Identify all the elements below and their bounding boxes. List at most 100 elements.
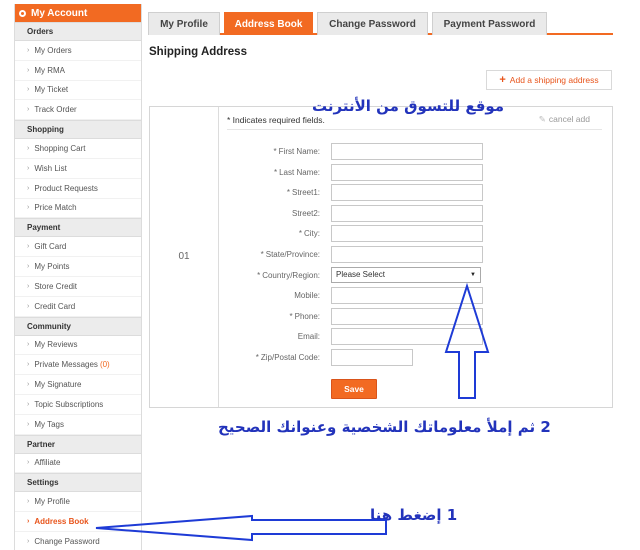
chevron-right-icon: ›	[27, 381, 30, 389]
state-province-input[interactable]	[331, 246, 483, 263]
field-label-text: Email:	[297, 332, 320, 342]
sidebar-item-price-match[interactable]: › Price Match	[15, 199, 141, 219]
street1-input[interactable]	[331, 184, 483, 202]
field-label: * City:	[150, 229, 320, 238]
address-form: 01 * Indicates required fields. ✎ cancel …	[149, 106, 613, 408]
sidebar-item-label: My Profile	[34, 497, 70, 507]
sidebar-section-orders: Orders	[15, 22, 141, 41]
sidebar-item-topic-subscriptions[interactable]: › Topic Subscriptions	[15, 395, 141, 415]
tab-payment-password[interactable]: Payment Password	[432, 12, 547, 35]
account-tabs: My Profile Address Book Change Password …	[148, 12, 613, 35]
add-shipping-address-button[interactable]: + Add a shipping address	[486, 70, 612, 90]
last-name-input[interactable]	[331, 163, 483, 181]
field-label-text: Mobile:	[294, 291, 320, 301]
chevron-right-icon: ›	[27, 282, 30, 290]
tab-my-profile[interactable]: My Profile	[148, 12, 220, 35]
chevron-right-icon: ›	[27, 243, 30, 251]
sidebar-item-label: Price Match	[34, 203, 77, 213]
annotation-step1: 1 إضغط هنا	[370, 506, 458, 524]
zip-postal-code-input[interactable]	[331, 349, 413, 366]
field-label: Email:	[150, 332, 320, 341]
field-row-city: * City:	[150, 225, 614, 243]
sidebar-item-label: Affiliate	[34, 458, 61, 468]
annotation-site-label: موقع للتسوق من الأنترنت	[312, 97, 505, 115]
save-button[interactable]: Save	[331, 379, 377, 399]
annotation-step2: 2 ثم إملأ معلوماتك الشخصية وعنوانك الصحي…	[218, 418, 551, 436]
field-label-text: Phone:	[294, 311, 320, 321]
street2-input[interactable]	[331, 204, 483, 222]
sidebar-section-shopping: Shopping	[15, 120, 141, 140]
tab-label: Address Book	[234, 18, 303, 30]
sidebar-item-credit-card[interactable]: › Credit Card	[15, 297, 141, 317]
sidebar-item-affiliate[interactable]: › Affiliate	[15, 454, 141, 474]
city-input[interactable]	[331, 225, 483, 243]
select-value: Please Select	[336, 270, 385, 280]
unread-count-badge: (0)	[99, 360, 110, 370]
field-label-text: Street1:	[291, 188, 320, 198]
required-asterisk: *	[286, 188, 290, 198]
sidebar-item-shopping-cart[interactable]: › Shopping Cart	[15, 139, 141, 159]
sidebar-item-label: My Ticket	[34, 85, 69, 95]
sidebar-item-my-ticket[interactable]: › My Ticket	[15, 81, 141, 101]
phone-input[interactable]	[331, 307, 483, 325]
required-asterisk: *	[298, 229, 302, 239]
sidebar-section-community: Community	[15, 316, 141, 336]
plus-icon: +	[499, 74, 506, 86]
field-row-country-region: * Country/Region: Please Select ▼	[150, 266, 614, 285]
sidebar-item-label: Wish List	[34, 163, 67, 173]
chevron-right-icon: ›	[27, 145, 30, 153]
add-shipping-address-label: Add a shipping address	[509, 75, 599, 85]
sidebar-item-label: My Signature	[34, 380, 82, 390]
field-label: * Country/Region:	[150, 271, 320, 280]
sidebar-item-wish-list[interactable]: › Wish List	[15, 159, 141, 179]
sidebar-item-store-credit[interactable]: › Store Credit	[15, 277, 141, 297]
cancel-add-label: cancel add	[548, 114, 590, 124]
sidebar-item-gift-card[interactable]: › Gift Card	[15, 237, 141, 258]
first-name-input[interactable]	[331, 143, 483, 160]
tab-change-password[interactable]: Change Password	[317, 12, 428, 35]
field-row-email: Email:	[150, 328, 614, 346]
field-row-mobile: Mobile:	[150, 287, 614, 305]
sidebar-item-my-orders[interactable]: › My Orders	[15, 41, 141, 61]
sidebar-item-private-messages[interactable]: › Private Messages (0)	[15, 355, 141, 376]
sidebar-item-my-rma[interactable]: › My RMA	[15, 61, 141, 81]
chevron-right-icon: ›	[27, 400, 30, 408]
sidebar-item-my-profile[interactable]: › My Profile	[15, 492, 141, 513]
chevron-down-icon: ▼	[470, 271, 476, 278]
chevron-right-icon: ›	[27, 498, 30, 506]
tab-address-book[interactable]: Address Book	[224, 12, 313, 35]
sidebar-item-product-requests[interactable]: › Product Requests	[15, 179, 141, 199]
chevron-right-icon: ›	[27, 164, 30, 172]
sidebar-item-track-order[interactable]: › Track Order	[15, 100, 141, 121]
mobile-input[interactable]	[331, 287, 483, 305]
sidebar-item-label: Shopping Cart	[34, 144, 86, 154]
field-label-text: Last Name:	[279, 167, 320, 177]
sidebar-item-my-reviews[interactable]: › My Reviews	[15, 336, 141, 356]
sidebar-section-payment: Payment	[15, 218, 141, 238]
form-separator	[227, 129, 602, 130]
chevron-right-icon: ›	[27, 518, 30, 526]
sidebar-item-label: My Points	[34, 262, 70, 272]
required-asterisk: *	[260, 250, 264, 259]
sidebar-item-my-signature[interactable]: › My Signature	[15, 375, 141, 395]
sidebar-header[interactable]: My Account	[15, 4, 141, 22]
sidebar-item-label: My Reviews	[34, 340, 78, 350]
country-region-select[interactable]: Please Select ▼	[331, 266, 481, 283]
field-label: Mobile:	[150, 291, 320, 300]
field-label: * Phone:	[150, 312, 320, 321]
sidebar-item-label: Change Password	[34, 536, 100, 546]
field-row-zip-postal-code: * Zip/Postal Code:	[150, 349, 614, 367]
field-label: * First Name:	[150, 147, 320, 156]
sidebar-item-my-points[interactable]: › My Points	[15, 257, 141, 277]
field-row-street1: * Street1:	[150, 184, 614, 202]
field-row-first-name: * First Name:	[150, 143, 614, 161]
sidebar-body: Orders › My Orders › My RMA › My Ticket › Track …	[15, 22, 141, 550]
sidebar-item-change-password[interactable]: › Change Password	[15, 532, 141, 550]
sidebar-item-address-book[interactable]: › Address Book	[15, 512, 141, 532]
sidebar-item-my-tags[interactable]: › My Tags	[15, 415, 141, 435]
chevron-right-icon: ›	[27, 459, 30, 467]
email-input[interactable]	[331, 328, 483, 346]
cancel-add-link[interactable]: ✎ cancel add	[539, 114, 590, 125]
chevron-right-icon: ›	[27, 204, 30, 212]
field-label: * State/Province:	[150, 250, 320, 259]
